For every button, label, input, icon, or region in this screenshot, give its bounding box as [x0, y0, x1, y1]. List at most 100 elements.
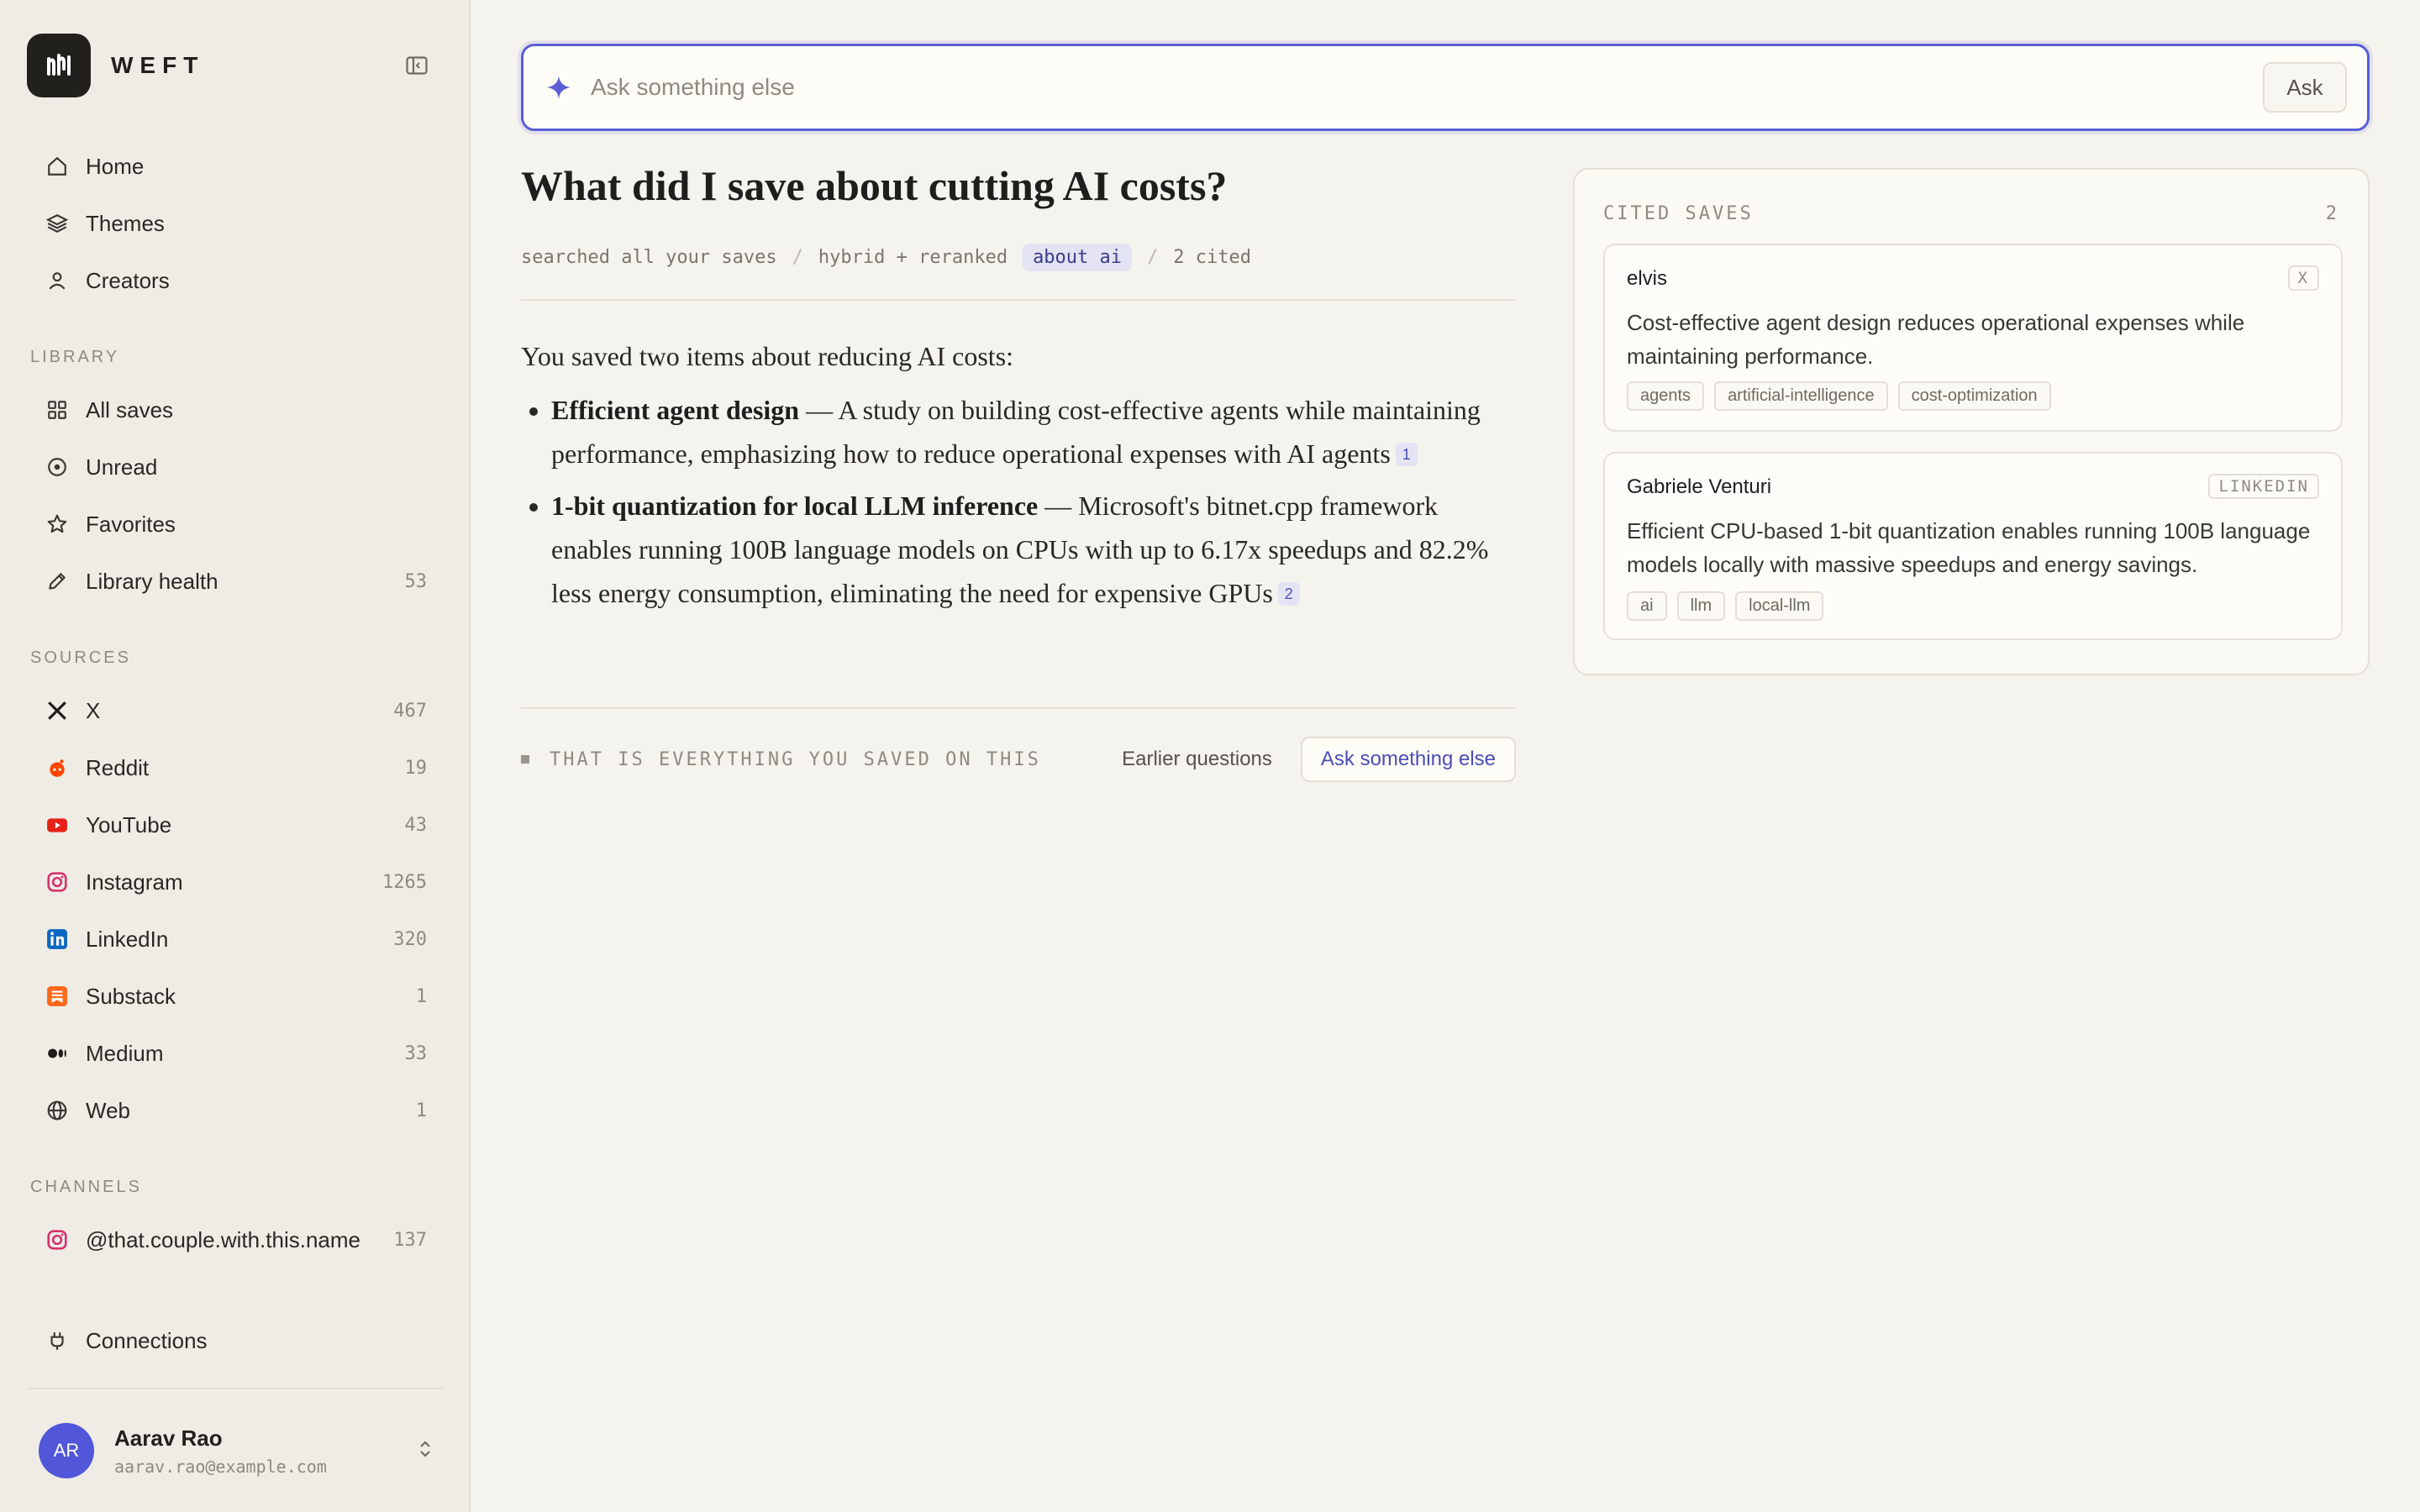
square-bullet-icon — [521, 755, 529, 764]
citation-badge[interactable]: 1 — [1395, 443, 1418, 466]
divider — [521, 299, 1516, 301]
meta-separator: / — [792, 247, 803, 268]
nav-item-count: 33 — [404, 1042, 428, 1064]
nav-item-count: 1 — [415, 985, 427, 1007]
card-author: elvis — [1627, 267, 1668, 290]
answer: You saved two items about reducing AI co… — [521, 334, 1516, 623]
cited-saves-header: CITED SAVES 2 — [1603, 203, 2339, 224]
nav-item-source-substack[interactable]: Substack 1 — [27, 973, 444, 1020]
channels-section-label: CHANNELS — [30, 1178, 142, 1196]
user-menu[interactable]: AR Aarav Rao aarav.rao@example.com — [39, 1423, 434, 1478]
app-name: WEFT — [111, 52, 205, 78]
library-section-label: LIBRARY — [30, 348, 120, 366]
ask-bar[interactable]: Ask — [521, 44, 2370, 131]
nav-item-count: 137 — [393, 1229, 427, 1251]
citation-badge[interactable]: 2 — [1277, 582, 1300, 606]
topic-badge[interactable]: about ai — [1023, 244, 1133, 271]
cited-card[interactable]: Gabriele Venturi LINKEDIN Efficient CPU-… — [1603, 452, 2343, 640]
sidebar-divider — [27, 1388, 444, 1389]
tag[interactable]: local-llm — [1735, 591, 1824, 621]
meta-separator: / — [1147, 247, 1159, 268]
avatar: AR — [39, 1423, 94, 1478]
nav-item-unread[interactable]: Unread — [27, 444, 444, 491]
end-of-results-label: THAT IS EVERYTHING YOU SAVED ON THIS — [550, 748, 1041, 770]
nav-item-source-reddit[interactable]: Reddit 19 — [27, 744, 444, 791]
nav-item-count: 1 — [415, 1100, 427, 1121]
nav-item-favorites[interactable]: Favorites — [27, 501, 444, 548]
answer-intro: You saved two items about reducing AI co… — [521, 341, 1014, 371]
nav-item-library-health[interactable]: Library health 53 — [27, 558, 444, 605]
nav-item-source-linkedin[interactable]: LinkedIn 320 — [27, 916, 444, 963]
card-summary: Cost-effective agent design reduces oper… — [1627, 310, 2245, 369]
layers-icon — [44, 210, 71, 237]
cited-saves-panel: CITED SAVES 2 elvis X Cost-effective age… — [1573, 168, 2370, 675]
page-title: What did I save about cutting AI costs? — [521, 162, 1228, 209]
home-icon — [44, 153, 71, 180]
nav-item-label: All saves — [86, 396, 174, 423]
nav-item-channel[interactable]: @that.couple.with.this.name 137 — [27, 1216, 444, 1263]
ask-button[interactable]: Ask — [2263, 62, 2347, 113]
nav-item-source-instagram[interactable]: Instagram 1265 — [27, 858, 444, 906]
tag[interactable]: ai — [1627, 591, 1667, 621]
answer-list: Efficient agent design — A study on buil… — [521, 388, 1516, 615]
nav-item-all-saves[interactable]: All saves — [27, 386, 444, 433]
nav-item-source-web[interactable]: Web 1 — [27, 1087, 444, 1134]
card-tags: ai llm local-llm — [1627, 591, 1833, 621]
ask-input[interactable] — [591, 74, 2263, 101]
x-logo-icon — [44, 697, 71, 724]
user-name: Aarav Rao — [114, 1425, 223, 1451]
nav-item-label: Reddit — [86, 754, 150, 780]
nav-item-label: Favorites — [86, 511, 176, 537]
cited-saves-count: 2 — [2325, 203, 2339, 224]
cited-saves-label: CITED SAVES — [1603, 203, 1754, 224]
instagram-icon — [44, 1226, 71, 1253]
nav-item-label: Substack — [86, 983, 176, 1009]
nav-item-label: Home — [86, 153, 145, 179]
grid-icon — [44, 396, 71, 423]
instagram-icon — [44, 869, 71, 895]
nav-item-home[interactable]: Home — [27, 143, 444, 190]
earlier-questions-link[interactable]: Earlier questions — [1122, 748, 1272, 771]
nav-item-label: LinkedIn — [86, 926, 169, 952]
nav-item-connections[interactable]: Connections — [27, 1317, 444, 1364]
answer-item-title: 1-bit quantization for local LLM inferen… — [551, 491, 1039, 521]
nav-item-label: Library health — [86, 568, 218, 594]
ask-something-else-button[interactable]: Ask something else — [1300, 737, 1516, 782]
nav-item-themes[interactable]: Themes — [27, 200, 444, 247]
nav-item-source-x[interactable]: X 467 — [27, 687, 444, 734]
nav-item-label: X — [86, 697, 101, 723]
nav-item-count: 1265 — [382, 871, 427, 893]
cited-card[interactable]: elvis X Cost-effective agent design redu… — [1603, 244, 2343, 432]
card-summary: Efficient CPU-based 1-bit quantization e… — [1627, 518, 2311, 577]
tag[interactable]: cost-optimization — [1897, 381, 2051, 411]
nav-item-count: 53 — [404, 570, 428, 592]
nav-item-count: 43 — [404, 814, 428, 836]
reddit-icon — [44, 754, 71, 781]
tag[interactable]: agents — [1627, 381, 1705, 411]
answer-item: 1-bit quantization for local LLM inferen… — [551, 484, 1516, 615]
nav-item-label: YouTube — [86, 811, 172, 837]
nav-item-count: 467 — [393, 700, 427, 722]
substack-icon — [44, 983, 71, 1010]
tag[interactable]: artificial-intelligence — [1714, 381, 1888, 411]
weft-logo-icon — [27, 34, 91, 97]
linkedin-icon — [44, 926, 71, 953]
nav-item-label: Connections — [86, 1327, 208, 1353]
nav-item-source-youtube[interactable]: YouTube 43 — [27, 801, 444, 848]
dot-circle-icon — [44, 454, 71, 480]
star-icon — [44, 511, 71, 538]
nav-item-label: Web — [86, 1097, 130, 1123]
nav-item-label: Medium — [86, 1040, 164, 1066]
nav-item-creators[interactable]: Creators — [27, 257, 444, 304]
tag[interactable]: llm — [1676, 591, 1726, 621]
brand[interactable]: WEFT — [27, 34, 204, 97]
sidebar: WEFT Home Themes Creators LIBRARY All sa… — [0, 0, 471, 1512]
chevron-up-down-icon[interactable] — [417, 1438, 434, 1464]
medium-icon — [44, 1040, 71, 1067]
sidebar-collapse-icon[interactable] — [403, 54, 430, 77]
search-meta: searched all your saves / hybrid + reran… — [521, 244, 1251, 271]
nav-item-label: @that.couple.with.this.name — [86, 1226, 361, 1252]
nav-item-source-medium[interactable]: Medium 33 — [27, 1030, 444, 1077]
answer-item-title: Efficient agent design — [551, 395, 800, 425]
user-icon — [44, 267, 71, 294]
